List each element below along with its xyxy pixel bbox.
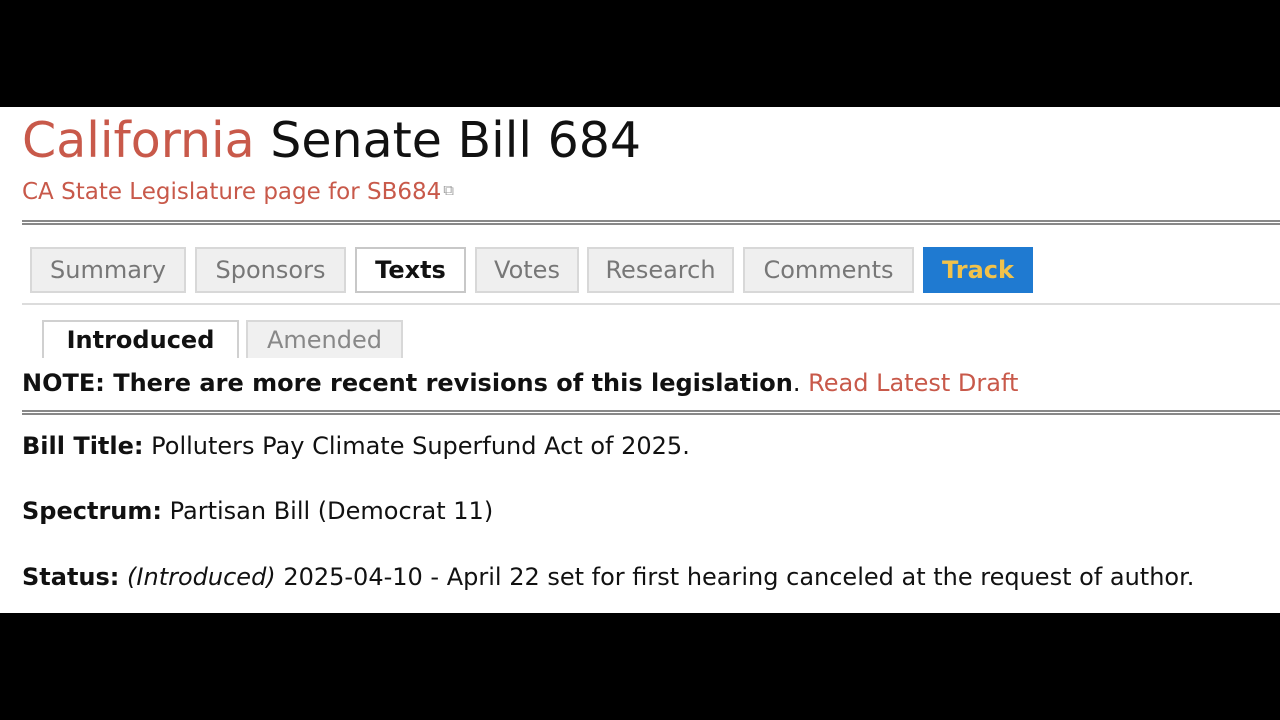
subtab-amended[interactable]: Amended <box>246 320 403 358</box>
bill-title-value: Polluters Pay Climate Superfund Act of 2… <box>151 432 690 460</box>
bill-title-field: Bill Title: Polluters Pay Climate Superf… <box>22 429 690 463</box>
legislature-page-link-label[interactable]: CA State Legislature page for SB684 <box>22 179 441 205</box>
header-divider <box>22 220 1280 225</box>
state-link[interactable]: California <box>22 112 255 169</box>
tab-comments-label: Comments <box>763 256 894 284</box>
tabs-divider <box>22 303 1280 305</box>
bill-name: Senate Bill 684 <box>270 112 642 169</box>
bill-title-label: Bill Title: <box>22 432 144 460</box>
tab-texts-label: Texts <box>375 256 446 284</box>
status-value: 2025-04-10 - April 22 set for first hear… <box>283 563 1195 591</box>
revision-note-punct: . <box>792 369 801 397</box>
status-stage: (Introduced) <box>127 563 276 591</box>
subtab-introduced[interactable]: Introduced <box>42 320 239 358</box>
tab-track-label: Track <box>942 256 1014 284</box>
tab-sponsors[interactable]: Sponsors <box>195 247 346 293</box>
spectrum-label: Spectrum: <box>22 497 162 525</box>
external-link-icon: ⧉ <box>443 181 455 199</box>
tab-votes[interactable]: Votes <box>475 247 579 293</box>
subtab-amended-label: Amended <box>266 326 382 354</box>
revision-note: NOTE: There are more recent revisions of… <box>22 366 1018 400</box>
tab-sponsors-label: Sponsors <box>215 256 326 284</box>
tab-track[interactable]: Track <box>923 247 1033 293</box>
status-label: Status: <box>22 563 120 591</box>
tab-summary-label: Summary <box>50 256 166 284</box>
legislature-page-link[interactable]: CA State Legislature page for SB684 ⧉ <box>22 175 454 207</box>
spectrum-value: Partisan Bill (Democrat 11) <box>169 497 494 525</box>
subtab-introduced-label: Introduced <box>66 326 215 354</box>
status-field: Status: (Introduced) 2025-04-10 - April … <box>22 560 1194 594</box>
tab-summary[interactable]: Summary <box>30 247 186 293</box>
tab-votes-label: Votes <box>494 256 560 284</box>
revision-note-text: NOTE: There are more recent revisions of… <box>22 369 793 397</box>
page-title: California Senate Bill 684 <box>22 113 641 169</box>
tab-texts[interactable]: Texts <box>355 247 466 293</box>
read-latest-draft-link[interactable]: Read Latest Draft <box>808 369 1018 397</box>
tab-research[interactable]: Research <box>587 247 734 293</box>
spectrum-field: Spectrum: Partisan Bill (Democrat 11) <box>22 494 493 528</box>
tab-research-label: Research <box>605 256 716 284</box>
note-divider <box>22 410 1280 415</box>
tab-comments[interactable]: Comments <box>743 247 914 293</box>
bill-page: California Senate Bill 684 CA State Legi… <box>0 107 1280 613</box>
